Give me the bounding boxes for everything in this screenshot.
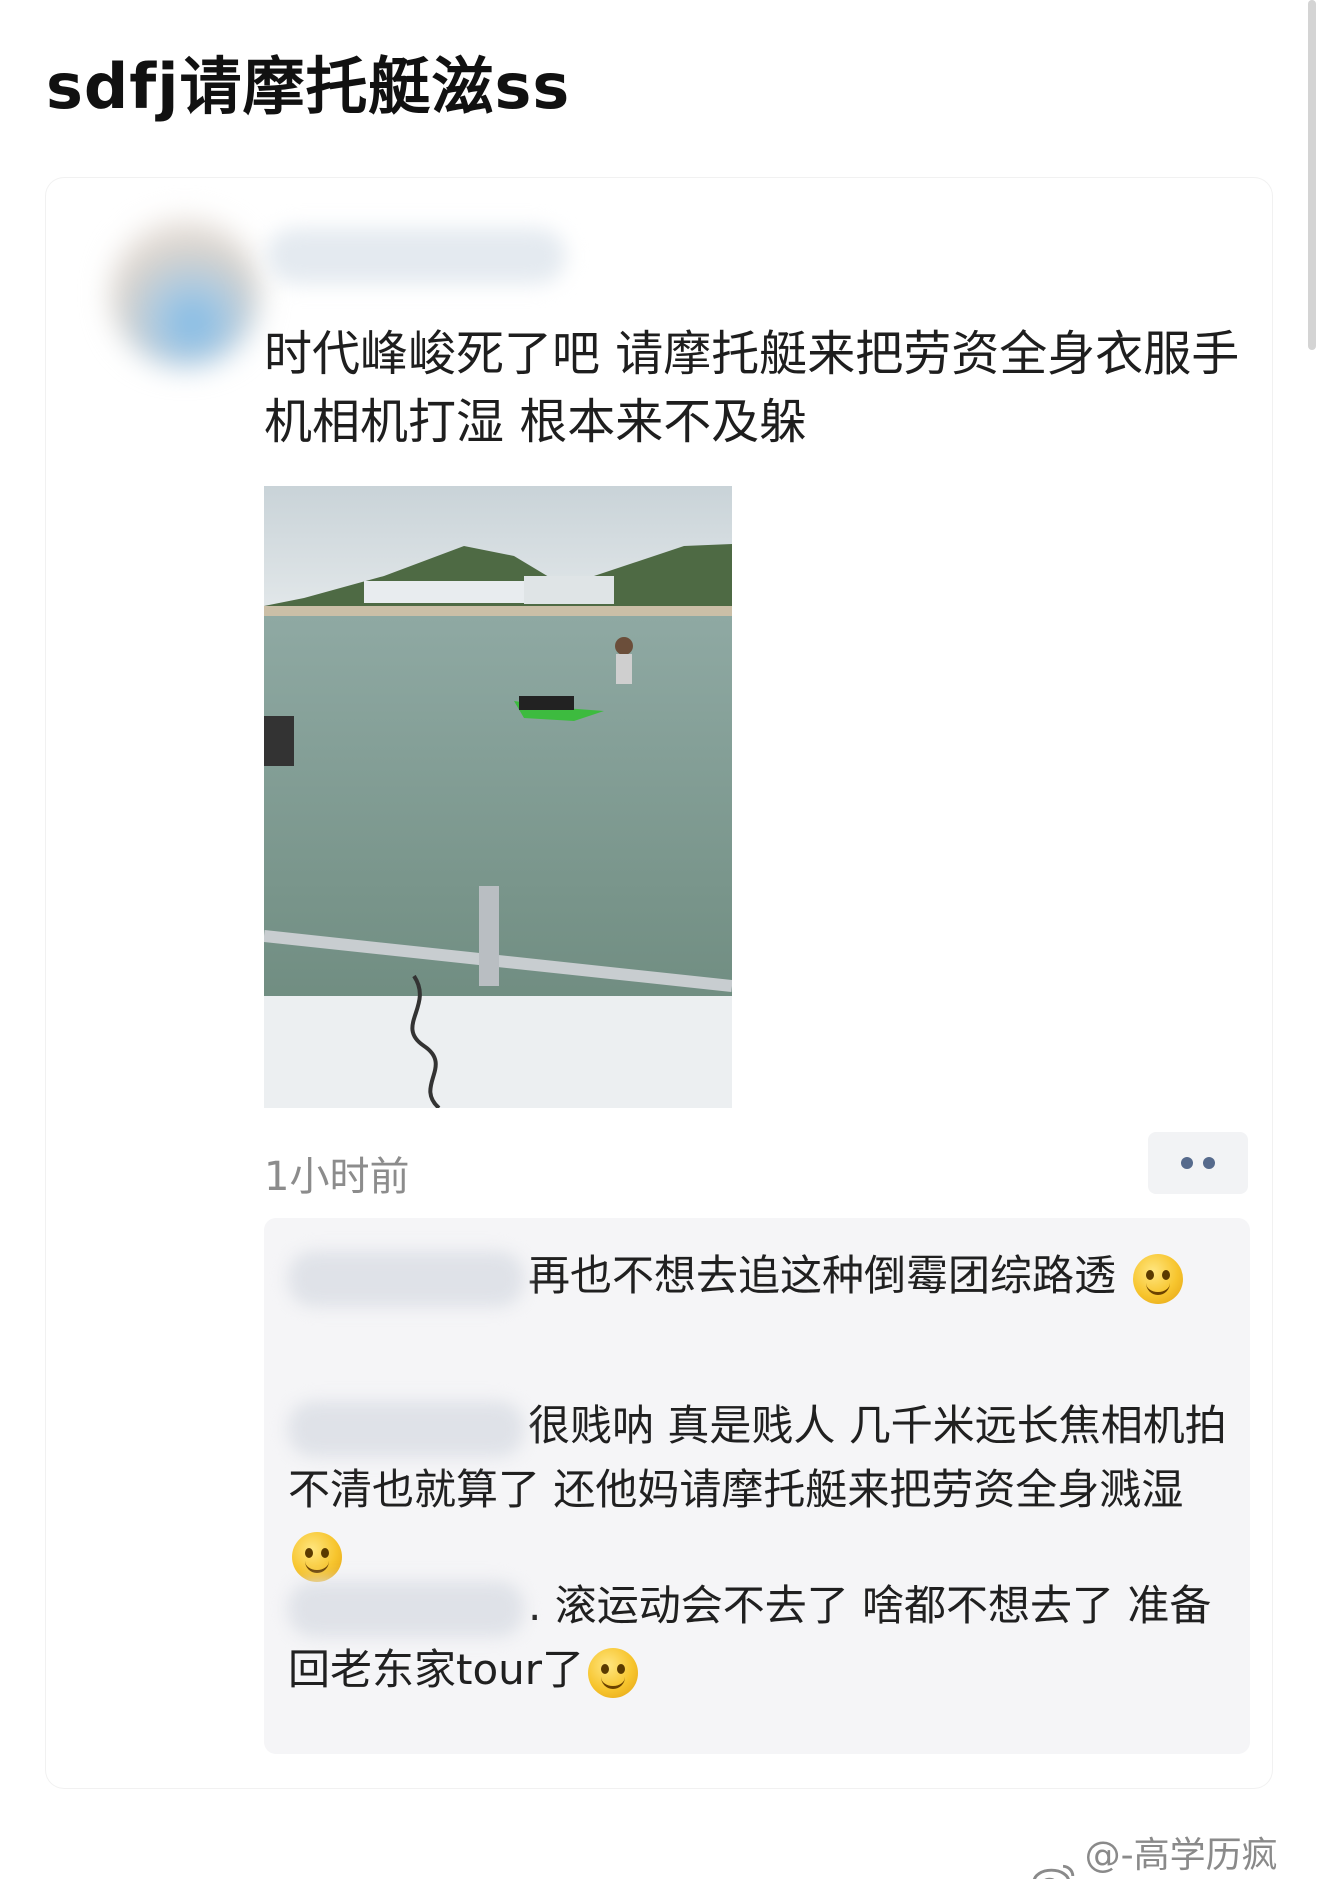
avatar[interactable] <box>110 218 260 368</box>
dot-icon <box>1203 1157 1215 1169</box>
smile-emoji-icon <box>588 1647 639 1698</box>
scrollbar[interactable] <box>1308 0 1316 350</box>
commenter-name-blurred[interactable] <box>288 1250 524 1307</box>
post-photo[interactable] <box>264 486 732 1108</box>
watermark-text: @-高学历疯批- <box>1084 1835 1278 1876</box>
comment-item[interactable]: . 滚运动会不去了 啥都不想去了 准备回老东家tour了 <box>288 1574 1228 1702</box>
post-text: 时代峰峻死了吧 请摩托艇来把劳资全身衣服手机相机打湿 根本来不及躲 <box>264 326 1240 450</box>
smile-emoji-icon <box>1133 1253 1184 1304</box>
page-title: sdfj请摩托艇滋ss <box>46 50 571 123</box>
moments-post-card: 时代峰峻死了吧 请摩托艇来把劳资全身衣服手机相机打湿 根本来不及躲 1小时前 再… <box>46 178 1272 1788</box>
dot-icon <box>1181 1157 1193 1169</box>
more-actions-button[interactable] <box>1148 1132 1248 1194</box>
comment-item[interactable]: 再也不想去追这种倒霉团综路透 <box>288 1244 1228 1308</box>
commenter-name-blurred[interactable] <box>288 1580 524 1637</box>
post-timestamp: 1小时前 <box>264 1154 410 1200</box>
weibo-watermark: @-高学历疯批- <box>1030 1826 1320 1879</box>
username-blurred[interactable] <box>266 228 566 284</box>
weibo-logo-icon <box>1032 1864 1075 1879</box>
comment-item[interactable]: 很贱呐 真是贱人 几千米远长焦相机拍不清也就算了 还他妈请摩托艇来把劳资全身溅湿 <box>288 1394 1228 1586</box>
comments-section: 再也不想去追这种倒霉团综路透 很贱呐 真是贱人 几千米远长焦相机拍不清也就算了 … <box>264 1218 1250 1754</box>
commenter-name-blurred[interactable] <box>288 1400 524 1457</box>
comment-text: 再也不想去追这种倒霉团综路透 <box>528 1251 1117 1300</box>
